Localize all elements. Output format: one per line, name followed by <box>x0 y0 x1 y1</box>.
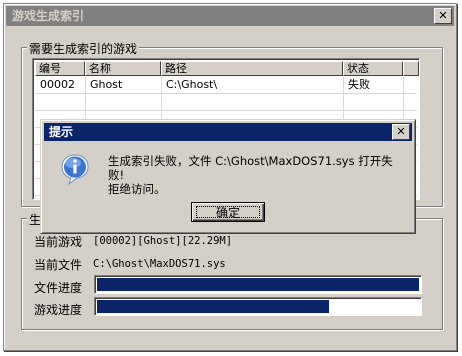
ok-button-label: 确定 <box>215 206 240 220</box>
close-icon: ✕ <box>396 125 406 138</box>
game-progress-fill <box>97 300 329 313</box>
games-group-label: 需要生成索引的游戏 <box>27 40 140 57</box>
current-game-label: 当前游戏 <box>34 235 83 249</box>
cell-status: 失败 <box>348 78 370 91</box>
column-header-filler <box>403 61 419 76</box>
main-titlebar[interactable]: 游戏生成索引 ✕ <box>6 6 454 26</box>
cell-name: Ghost <box>90 78 123 91</box>
game-progress-label: 游戏进度 <box>34 303 83 317</box>
alert-dialog: 提示 ✕ 生成索引失败，文件 C:\Ghost\MaxDOS71.sys 打开失… <box>40 119 416 234</box>
dialog-close-button[interactable]: ✕ <box>392 124 410 140</box>
table-row[interactable]: 00002 Ghost C:\Ghost\ 失败 <box>35 77 417 94</box>
file-progress-bar <box>94 275 422 294</box>
window-close-button[interactable]: ✕ <box>434 8 452 24</box>
info-icon <box>61 154 89 185</box>
dialog-titlebar[interactable]: 提示 ✕ <box>44 123 412 141</box>
dialog-message-line1: 生成索引失败，文件 C:\Ghost\MaxDOS71.sys 打开失败! <box>108 154 393 182</box>
table-row-empty <box>35 94 417 111</box>
dialog-title: 提示 <box>49 125 74 139</box>
file-progress-fill <box>97 278 419 291</box>
dialog-message: 生成索引失败，文件 C:\Ghost\MaxDOS71.sys 打开失败! 拒绝… <box>108 154 408 196</box>
cell-id: 00002 <box>40 78 75 91</box>
file-progress-label: 文件进度 <box>34 281 83 295</box>
column-header-status[interactable]: 状态 <box>343 61 403 76</box>
cell-path: C:\Ghost\ <box>166 78 218 91</box>
dialog-message-line2: 拒绝访问。 <box>108 182 166 196</box>
ok-button[interactable]: 确定 <box>191 202 265 222</box>
column-header-id[interactable]: 编号 <box>35 61 85 76</box>
window-title: 游戏生成索引 <box>12 9 85 23</box>
current-file-value: C:\Ghost\MaxDOS71.sys <box>93 258 226 270</box>
column-header-path[interactable]: 路径 <box>161 61 343 76</box>
close-icon: ✕ <box>438 9 448 22</box>
current-file-label: 当前文件 <box>34 258 83 272</box>
current-game-value: [00002][Ghost][22.29M] <box>93 235 233 247</box>
listview-header: 编号 名称 路径 状态 <box>35 61 419 76</box>
column-header-name[interactable]: 名称 <box>85 61 161 76</box>
game-progress-bar <box>94 297 422 316</box>
